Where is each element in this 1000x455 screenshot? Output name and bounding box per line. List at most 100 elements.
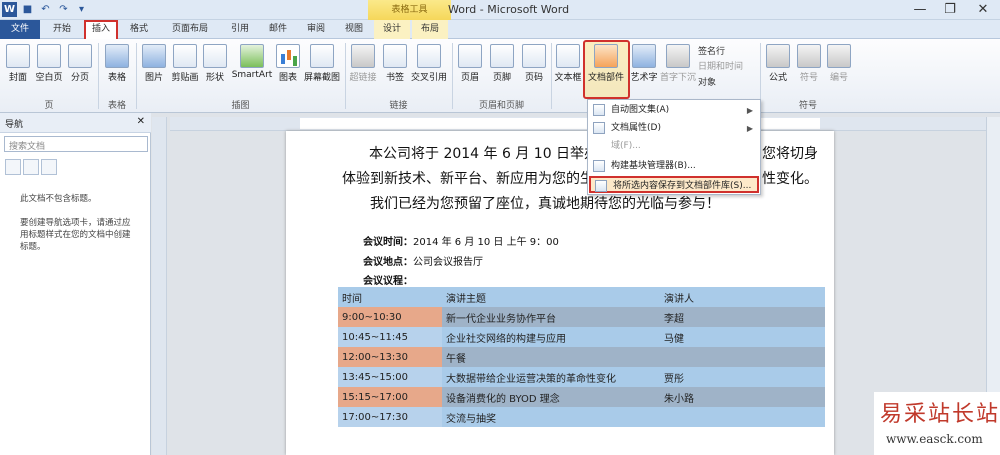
hyperlink-icon — [351, 44, 375, 68]
symbol-icon — [797, 44, 821, 68]
wordart-button[interactable]: 艺术字 — [630, 44, 658, 83]
building-blocks-icon — [593, 160, 605, 172]
shapes-icon — [203, 44, 227, 68]
blank-page-button[interactable]: 空白页 — [32, 44, 66, 83]
menu-item-save-selection-to-gallery[interactable]: 将所选内容保存到文档部件库(S)... — [589, 176, 759, 193]
table-row: 15:15~17:00 设备消费化的 BYOD 理念 朱小路 — [338, 387, 825, 407]
table-header-cell: 演讲主题 — [446, 293, 486, 305]
page-break-icon — [68, 44, 92, 68]
signature-line-button[interactable]: 签名行 — [698, 44, 725, 57]
footer-button[interactable]: 页脚 — [488, 44, 516, 83]
table-row: 10:45~11:45 企业社交网络的构建与应用 马健 — [338, 327, 825, 347]
page-break-button[interactable]: 分页 — [66, 44, 94, 83]
cross-reference-button[interactable]: 交叉引用 — [409, 44, 449, 83]
quick-access-toolbar: W ■ ↶ ↷ ▾ — [2, 2, 89, 17]
clip-art-button[interactable]: 剪贴画 — [169, 44, 201, 83]
body-line-1-tail: 您将切身 — [762, 146, 818, 162]
date-time-button[interactable]: 日期和时间 — [698, 59, 743, 72]
smartart-button[interactable]: SmartArt — [230, 44, 274, 80]
header-button[interactable]: 页眉 — [456, 44, 484, 83]
symbol-button[interactable]: 符号 — [795, 44, 823, 83]
tab-file[interactable]: 文件 — [0, 20, 40, 39]
tab-view[interactable]: 视图 — [336, 20, 372, 39]
table-cell — [660, 347, 825, 367]
vertical-ruler — [152, 117, 167, 455]
menu-item-autotext[interactable]: 自动图文集(A) ▶ — [589, 102, 759, 119]
redo-icon[interactable]: ↷ — [56, 2, 71, 17]
header-icon — [458, 44, 482, 68]
customize-qat-icon[interactable]: ▾ — [74, 2, 89, 17]
table-row: 13:45~15:00 大数据带给企业运营决策的革命性变化 贾彤 — [338, 367, 825, 387]
quick-parts-menu: 自动图文集(A) ▶ 文档属性(D) ▶ 域(F)... 构建基块管理器(B)...… — [587, 99, 761, 195]
tab-layout[interactable]: 布局 — [412, 20, 448, 39]
tab-mailings[interactable]: 邮件 — [260, 20, 296, 39]
navigation-title: 导航 — [5, 120, 24, 130]
autotext-icon — [593, 104, 605, 116]
menu-item-building-blocks-organizer[interactable]: 构建基块管理器(B)... — [589, 158, 759, 175]
drop-cap-icon — [666, 44, 690, 68]
table-cell: 贾彤 — [664, 373, 684, 385]
meeting-time: 会议时间：2014 年 6 月 10 日 上午 9：00 — [363, 237, 559, 248]
tab-references[interactable]: 引用 — [222, 20, 258, 39]
tab-page-layout[interactable]: 页面布局 — [160, 20, 220, 39]
blank-page-icon — [37, 44, 61, 68]
submenu-arrow-icon: ▶ — [746, 106, 753, 115]
tab-insert[interactable]: 插入 — [84, 20, 118, 39]
minimize-button[interactable]: — — [905, 0, 935, 20]
window-title: Word - Microsoft Word — [448, 3, 570, 16]
table-row: 17:00~17:30 交流与抽奖 — [338, 407, 825, 427]
ribbon-separator — [551, 43, 552, 109]
picture-button[interactable]: 图片 — [140, 44, 168, 83]
close-button[interactable]: ✕ — [968, 0, 998, 20]
tab-design[interactable]: 设计 — [374, 20, 410, 39]
cross-reference-icon — [417, 44, 441, 68]
headings-view-icon[interactable] — [5, 159, 21, 175]
watermark-logo-text: 易采站长站 — [880, 402, 1000, 427]
table-cell: 10:45~11:45 — [338, 327, 442, 347]
pages-view-icon[interactable] — [23, 159, 39, 175]
table-cell: 15:15~17:00 — [338, 387, 442, 407]
table-icon — [105, 44, 129, 68]
table-cell: 新一代企业业务协作平台 — [446, 313, 556, 325]
table-cell: 午餐 — [446, 353, 466, 365]
cover-page-button[interactable]: 封面 — [4, 44, 32, 83]
quick-parts-button[interactable]: 文档部件 — [584, 44, 628, 83]
table-button[interactable]: 表格 — [102, 44, 132, 83]
equation-icon — [766, 44, 790, 68]
screenshot-button[interactable]: 屏幕截图 — [302, 44, 342, 83]
table-cell: 大数据带给企业运营决策的革命性变化 — [446, 373, 616, 385]
menu-item-document-property[interactable]: 文档属性(D) ▶ — [589, 120, 759, 137]
tab-format[interactable]: 格式 — [122, 20, 156, 39]
numbering-button[interactable]: 编号 — [825, 44, 853, 83]
equation-button[interactable]: 公式 — [763, 44, 793, 83]
table-cell: 设备消费化的 BYOD 理念 — [446, 393, 560, 405]
restore-button[interactable]: ❐ — [935, 0, 965, 20]
shapes-button[interactable]: 形状 — [201, 44, 229, 83]
tab-review[interactable]: 审阅 — [298, 20, 334, 39]
results-view-icon[interactable] — [41, 159, 57, 175]
table-header-cell: 演讲人 — [664, 293, 694, 305]
close-icon[interactable]: ✕ — [137, 116, 145, 127]
navigation-tabs — [5, 159, 57, 175]
word-logo-icon[interactable]: W — [2, 2, 17, 17]
group-illustrations-label: 插图 — [231, 101, 250, 111]
save-icon[interactable]: ■ — [20, 2, 35, 17]
undo-icon[interactable]: ↶ — [38, 2, 53, 17]
group-tables-label: 表格 — [107, 101, 126, 111]
tab-home[interactable]: 开始 — [45, 20, 79, 39]
table-cell — [660, 407, 825, 427]
bookmark-button[interactable]: 书签 — [381, 44, 409, 83]
group-header-footer-label: 页眉和页脚 — [478, 101, 524, 111]
navigation-message: 此文档不包含标题。 要创建导航选项卡，请通过应用标题样式在您的文档中创建标题。 — [20, 194, 131, 252]
drop-cap-button[interactable]: 首字下沉 — [660, 44, 696, 83]
page-number-button[interactable]: 页码 — [520, 44, 548, 83]
text-box-button[interactable]: 文本框 — [553, 44, 583, 83]
clip-art-icon — [173, 44, 197, 68]
search-document-input[interactable]: 搜索文档 — [4, 136, 148, 152]
chart-button[interactable]: 图表 — [274, 44, 302, 83]
hyperlink-button[interactable]: 超链接 — [347, 44, 379, 83]
table-cell: 9:00~10:30 — [338, 307, 442, 327]
menu-item-field[interactable]: 域(F)... — [589, 138, 759, 155]
object-button[interactable]: 对象 — [698, 75, 716, 88]
page-number-icon — [522, 44, 546, 68]
